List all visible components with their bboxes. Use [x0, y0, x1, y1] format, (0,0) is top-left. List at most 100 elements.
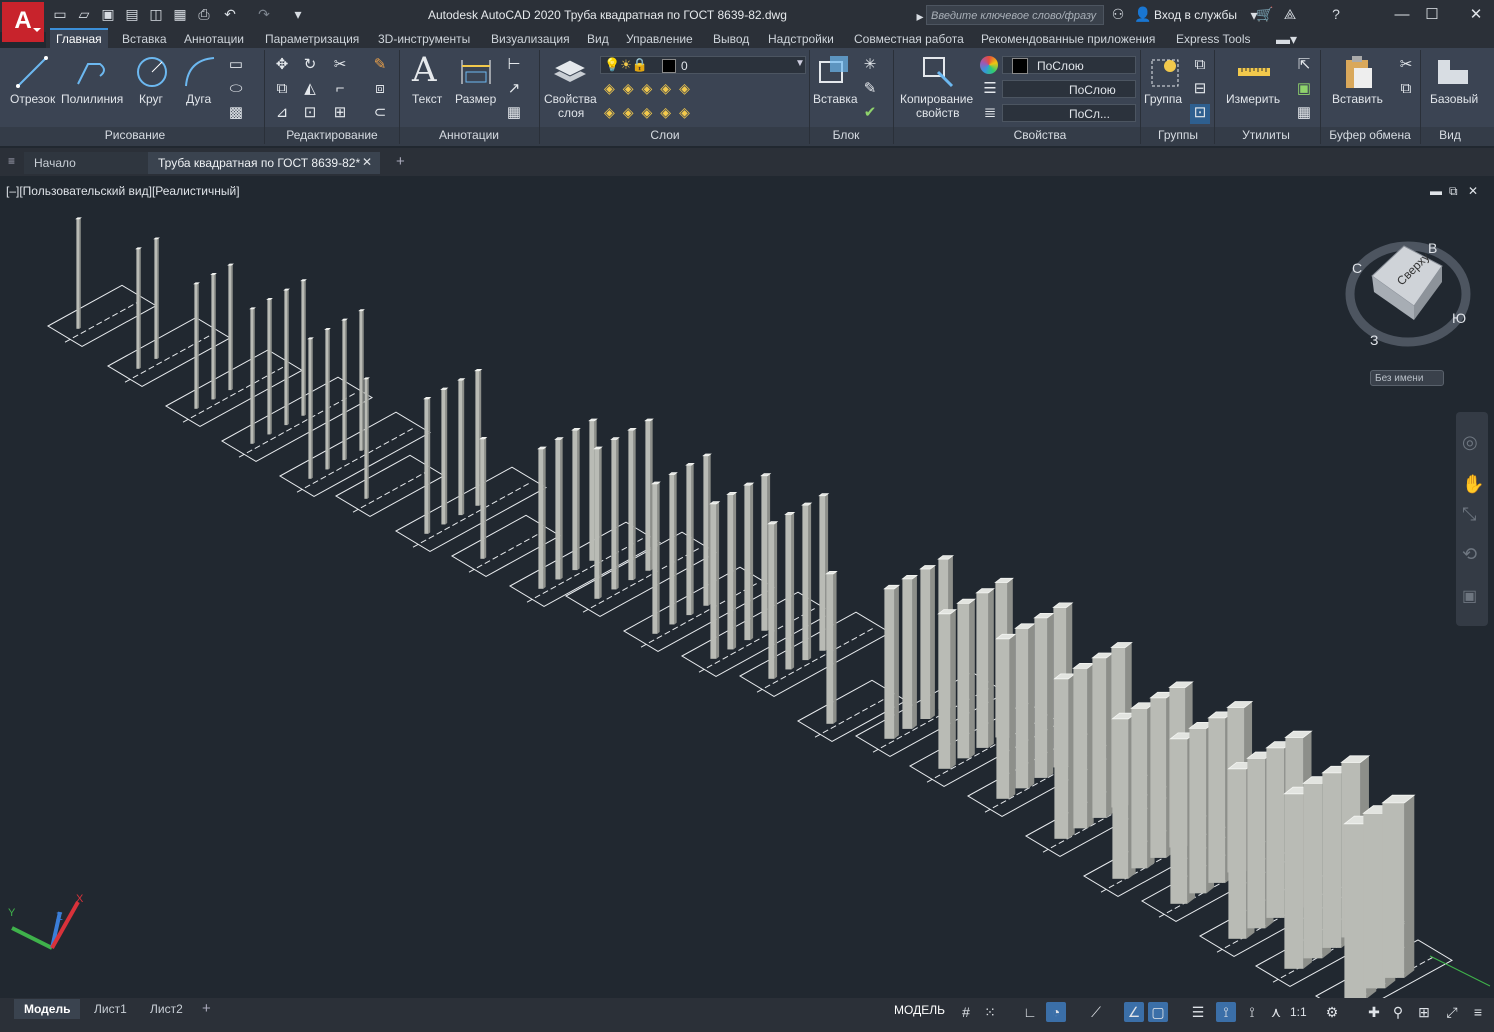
ellipse-icon[interactable]: ⬭: [226, 80, 246, 100]
draw-panel-title[interactable]: Рисование: [60, 128, 210, 144]
object-snap-icon[interactable]: ▢: [1148, 1002, 1168, 1022]
fillet-icon[interactable]: ⌐: [330, 80, 350, 100]
tab-visualize[interactable]: Визуализация: [485, 30, 576, 48]
dimension-button[interactable]: Размер: [455, 92, 496, 106]
layers-panel-title[interactable]: Слои: [600, 128, 730, 144]
new-tab-icon[interactable]: +: [396, 153, 405, 170]
save-icon[interactable]: ▣: [100, 6, 116, 22]
annotation-scale-value[interactable]: 1:1: [1290, 1005, 1307, 1019]
erase-icon[interactable]: ✎: [370, 56, 390, 76]
model-space-button[interactable]: МОДЕЛЬ: [894, 1003, 945, 1017]
paste-button[interactable]: Вставить: [1332, 92, 1383, 106]
leader-icon[interactable]: ↗: [504, 80, 524, 100]
viewcube[interactable]: [1344, 236, 1474, 356]
binoculars-icon[interactable]: ⚇: [1110, 6, 1126, 22]
units-icon[interactable]: ⚲: [1388, 1002, 1408, 1022]
trim-icon[interactable]: ✂: [330, 56, 350, 76]
tab-drawing[interactable]: Труба квадратная по ГОСТ 8639-82*: [148, 152, 380, 174]
annotation-panel-title[interactable]: Аннотации: [404, 128, 534, 144]
close-tab-icon[interactable]: ✕: [362, 155, 372, 169]
steering-wheel-icon[interactable]: ◎: [1462, 432, 1478, 453]
ortho-icon[interactable]: ∟: [1020, 1002, 1040, 1022]
pan-icon[interactable]: ✋: [1462, 474, 1484, 495]
user-icon[interactable]: 👤: [1134, 6, 1151, 22]
plot-preview-icon[interactable]: ◫: [148, 6, 164, 22]
application-menu-button[interactable]: A: [2, 2, 44, 42]
polyline-button[interactable]: Полилиния: [61, 92, 123, 106]
cart-icon[interactable]: 🛒: [1256, 6, 1273, 22]
tab-layout1[interactable]: Лист1: [84, 999, 137, 1019]
annotation-visibility-icon[interactable]: ⟟: [1216, 1002, 1236, 1022]
scale-icon[interactable]: ⊡: [300, 104, 320, 124]
tab-model[interactable]: Модель: [14, 999, 81, 1019]
minimize-button[interactable]: —: [1392, 5, 1412, 25]
showmotion-icon[interactable]: ▣: [1462, 586, 1477, 606]
circle-button[interactable]: Круг: [139, 92, 163, 106]
new-icon[interactable]: ▭: [52, 6, 68, 22]
lineweight-toggle-icon[interactable]: ☰: [1188, 1002, 1208, 1022]
tab-start[interactable]: Начало: [24, 152, 148, 174]
base-view-button[interactable]: Базовый: [1430, 92, 1478, 106]
ungroup-icon[interactable]: ⧉: [1190, 56, 1210, 76]
polar-tracking-icon[interactable]: ◔: [1046, 1002, 1066, 1022]
layer-properties-label-1[interactable]: Свойства: [544, 92, 597, 106]
calculator-icon[interactable]: ▦: [1294, 104, 1314, 124]
quick-properties-icon[interactable]: ⊞: [1414, 1002, 1434, 1022]
block-panel-title[interactable]: Блок: [810, 128, 882, 144]
linetype-dropdown[interactable]: ПоСлою: [1002, 80, 1136, 98]
undo-icon[interactable]: ↶: [222, 6, 238, 22]
close-button[interactable]: ✕: [1466, 5, 1486, 25]
layer-tools-row-2[interactable]: ◈◈◈◈◈: [604, 104, 698, 121]
tab-collaborate[interactable]: Совместная работа: [848, 30, 970, 48]
modify-panel-title[interactable]: Редактирование: [270, 128, 394, 144]
rectangle-icon[interactable]: ▭: [226, 56, 246, 76]
insert-button[interactable]: Вставка: [813, 92, 858, 106]
help-icon[interactable]: ?: [1328, 6, 1344, 22]
arc-button[interactable]: Дуга: [186, 92, 211, 106]
tab-addins[interactable]: Надстройки: [762, 30, 840, 48]
a360-icon[interactable]: ⟁: [1282, 6, 1298, 22]
group-edit-icon[interactable]: ⊟: [1190, 80, 1210, 100]
viewcube-west[interactable]: З: [1370, 332, 1378, 348]
cut-icon[interactable]: ✂: [1396, 56, 1416, 76]
copy-icon[interactable]: ⧉: [272, 80, 292, 100]
measure-button[interactable]: Измерить: [1226, 92, 1280, 106]
tab-output[interactable]: Вывод: [707, 30, 755, 48]
grid-icon[interactable]: #: [956, 1002, 976, 1022]
signin-button[interactable]: Вход в службы: [1154, 8, 1237, 22]
array-icon[interactable]: ⊞: [330, 104, 350, 124]
mirror-icon[interactable]: ◭: [300, 80, 320, 100]
quick-select-icon[interactable]: ⇱: [1294, 56, 1314, 76]
fullscreen-icon[interactable]: ⤢: [1442, 1002, 1462, 1022]
drawing-canvas[interactable]: [0, 176, 1494, 998]
workspace-gear-icon[interactable]: ⚙: [1322, 1002, 1342, 1022]
zoom-extents-icon[interactable]: ⤡: [1462, 504, 1476, 525]
group-button[interactable]: Группа: [1144, 92, 1182, 106]
lineweight-dropdown[interactable]: ПоСл...: [1002, 104, 1136, 122]
layer-tools-row-1[interactable]: ◈◈◈◈◈: [604, 80, 698, 97]
layer-properties-label-2[interactable]: слоя: [558, 106, 584, 120]
explode-icon[interactable]: ⧈: [370, 80, 390, 100]
select-all-icon[interactable]: ▣: [1294, 80, 1314, 100]
new-layout-icon[interactable]: +: [202, 1000, 211, 1017]
saveas-icon[interactable]: ▤: [124, 6, 140, 22]
tab-parametric[interactable]: Параметризация: [259, 30, 365, 48]
redo-icon[interactable]: ↷: [256, 6, 272, 22]
tab-express-tools[interactable]: Express Tools: [1170, 30, 1256, 48]
text-button[interactable]: Текст: [412, 92, 442, 106]
groups-panel-title[interactable]: Группы: [1142, 128, 1214, 144]
orbit-icon[interactable]: ⟲: [1462, 544, 1477, 565]
stretch-icon[interactable]: ⊿: [272, 104, 292, 124]
tab-3d-tools[interactable]: 3D-инструменты: [372, 30, 476, 48]
snap-icon[interactable]: ⁙: [980, 1002, 1000, 1022]
edit-block-icon[interactable]: ✎: [860, 80, 880, 100]
customize-status-icon[interactable]: ≡: [1468, 1002, 1488, 1022]
maximize-button[interactable]: ☐: [1422, 5, 1442, 25]
properties-panel-title[interactable]: Свойства: [970, 128, 1110, 144]
ribbon-minimize-icon[interactable]: ▬▾: [1276, 31, 1297, 47]
tab-annotate[interactable]: Аннотации: [178, 30, 250, 48]
viewcube-east[interactable]: В: [1428, 240, 1437, 256]
open-icon[interactable]: ▱: [76, 6, 92, 22]
tab-view[interactable]: Вид: [581, 30, 615, 48]
create-block-icon[interactable]: ✳: [860, 56, 880, 76]
